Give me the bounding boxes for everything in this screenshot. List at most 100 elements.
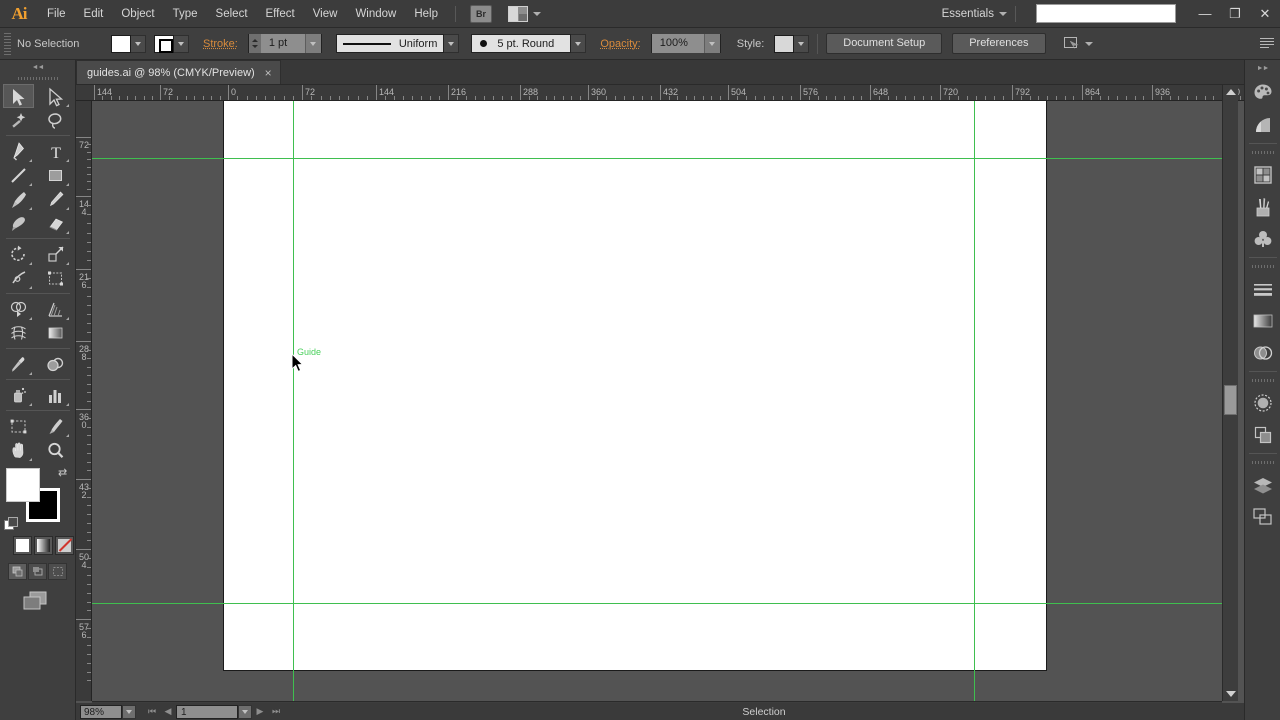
magic-wand-tool[interactable] [3, 108, 34, 132]
vertical-scrollbar[interactable] [1222, 85, 1238, 701]
free-transform-tool[interactable] [40, 266, 71, 290]
zoom-level-input[interactable]: 98% [80, 704, 122, 719]
rectangle-tool[interactable] [40, 163, 71, 187]
zoom-tool[interactable] [40, 438, 71, 462]
workspace-chevron-down-icon[interactable] [999, 11, 1007, 16]
control-bar-grip[interactable] [4, 32, 11, 55]
tools-panel-grip[interactable] [17, 74, 58, 82]
tool-flyout-indicator[interactable] [29, 403, 32, 406]
brush-definition-select[interactable]: 5 pt. Round [471, 34, 572, 53]
stroke-weight-value[interactable]: 1 pt [260, 34, 305, 53]
horizontal-guide[interactable] [92, 603, 1222, 604]
opacity-dropdown[interactable] [703, 34, 720, 53]
horizontal-guide[interactable] [92, 158, 1222, 159]
menu-help[interactable]: Help [405, 0, 447, 28]
line-segment-tool[interactable] [3, 163, 34, 187]
dock-group-grip[interactable] [1251, 147, 1274, 157]
tool-flyout-indicator[interactable] [29, 207, 32, 210]
first-artboard-button[interactable]: ⏮ [144, 705, 160, 719]
close-button[interactable]: ✕ [1250, 2, 1280, 25]
transparency-panel-icon[interactable] [1248, 338, 1278, 368]
none-mode-button[interactable] [55, 536, 74, 555]
color-mode-button[interactable] [13, 536, 32, 555]
panel-menu-icon[interactable] [1260, 36, 1274, 50]
menu-object[interactable]: Object [112, 0, 163, 28]
vertical-guide[interactable] [974, 101, 975, 701]
menu-file[interactable]: File [38, 0, 75, 28]
hand-tool[interactable] [3, 438, 34, 462]
tool-flyout-indicator[interactable] [66, 207, 69, 210]
tool-flyout-indicator[interactable] [66, 183, 69, 186]
scroll-up-button[interactable] [1223, 85, 1239, 99]
change-screen-mode-icon[interactable] [22, 590, 50, 612]
type-tool[interactable]: T [40, 139, 71, 163]
swap-fill-stroke-icon[interactable]: ⇄ [58, 468, 70, 480]
stroke-profile-select[interactable]: Uniform [335, 34, 445, 53]
opacity-value[interactable]: 100% [651, 34, 704, 53]
last-artboard-button[interactable]: ⏭ [268, 705, 284, 719]
fill-color-control[interactable] [111, 34, 146, 53]
selection-tool[interactable] [3, 84, 34, 108]
default-fill-stroke-icon[interactable] [4, 517, 18, 530]
tools-collapse-button[interactable] [0, 60, 75, 74]
previous-artboard-button[interactable]: ◀ [160, 705, 176, 719]
stroke-profile-dropdown[interactable] [444, 34, 460, 53]
opacity-label[interactable]: Opacity: [600, 38, 640, 50]
eyedropper-tool[interactable] [3, 352, 34, 376]
color-guide-panel-icon[interactable] [1248, 110, 1278, 140]
stroke-weight-spinner[interactable] [248, 34, 261, 53]
eraser-tool[interactable] [40, 211, 71, 235]
tool-flyout-indicator[interactable] [29, 458, 32, 461]
fill-dropdown-button[interactable] [131, 34, 146, 53]
tool-flyout-indicator[interactable] [66, 159, 69, 162]
arrange-documents-icon[interactable] [508, 5, 528, 22]
tool-flyout-indicator[interactable] [29, 262, 32, 265]
tool-flyout-indicator[interactable] [29, 159, 32, 162]
pencil-tool[interactable] [40, 187, 71, 211]
pathfinder-panel-icon[interactable] [1248, 420, 1278, 450]
dock-expand-button[interactable]: ►► [1245, 60, 1280, 76]
stroke-color-control[interactable] [154, 34, 189, 53]
brush-dropdown[interactable] [571, 34, 587, 53]
style-dropdown-button[interactable] [794, 34, 810, 53]
dock-group-grip-3[interactable] [1251, 375, 1274, 385]
artboard-dropdown-button[interactable] [238, 704, 252, 719]
mesh-tool[interactable] [3, 321, 34, 345]
status-display-text[interactable]: Selection [284, 706, 1244, 718]
draw-behind-button[interactable] [28, 563, 47, 580]
preferences-button[interactable]: Preferences [952, 33, 1046, 54]
stroke-swatch[interactable] [154, 34, 174, 53]
blob-brush-tool[interactable] [3, 211, 34, 235]
artboard[interactable] [223, 101, 1047, 671]
tool-flyout-indicator[interactable] [66, 403, 69, 406]
draw-inside-button[interactable] [48, 563, 67, 580]
tool-flyout-indicator[interactable] [66, 434, 69, 437]
column-graph-tool[interactable] [40, 383, 71, 407]
menu-type[interactable]: Type [164, 0, 207, 28]
minimize-button[interactable]: — [1190, 2, 1220, 25]
stroke-dropdown-button[interactable] [174, 34, 189, 53]
tool-flyout-indicator[interactable] [66, 262, 69, 265]
slice-tool[interactable] [40, 414, 71, 438]
restore-button[interactable]: ❐ [1220, 2, 1250, 25]
artboard-tool[interactable] [3, 414, 34, 438]
next-artboard-button[interactable]: ▶ [252, 705, 268, 719]
artboards-panel-icon[interactable] [1248, 502, 1278, 532]
tool-flyout-indicator[interactable] [66, 231, 69, 234]
perspective-grid-tool[interactable] [40, 297, 71, 321]
stroke-weight-dropdown[interactable] [304, 34, 321, 53]
fill-swatch[interactable] [111, 34, 131, 53]
tool-flyout-indicator[interactable] [66, 317, 69, 320]
width-tool[interactable] [3, 266, 34, 290]
vertical-ruler[interactable]: 72 144 216 288 360 432 504 576 [76, 101, 92, 701]
color-panel-icon[interactable] [1248, 78, 1278, 108]
align-transform-icon[interactable] [1063, 36, 1080, 51]
menu-edit[interactable]: Edit [75, 0, 113, 28]
blend-tool[interactable] [40, 352, 71, 376]
symbol-sprayer-tool[interactable] [3, 383, 34, 407]
document-tab[interactable]: guides.ai @ 98% (CMYK/Preview) × [76, 60, 281, 84]
tool-flyout-indicator[interactable] [29, 372, 32, 375]
fill-color-box[interactable] [6, 468, 40, 502]
layers-panel-icon[interactable] [1248, 470, 1278, 500]
graphic-style-control[interactable] [774, 34, 810, 53]
